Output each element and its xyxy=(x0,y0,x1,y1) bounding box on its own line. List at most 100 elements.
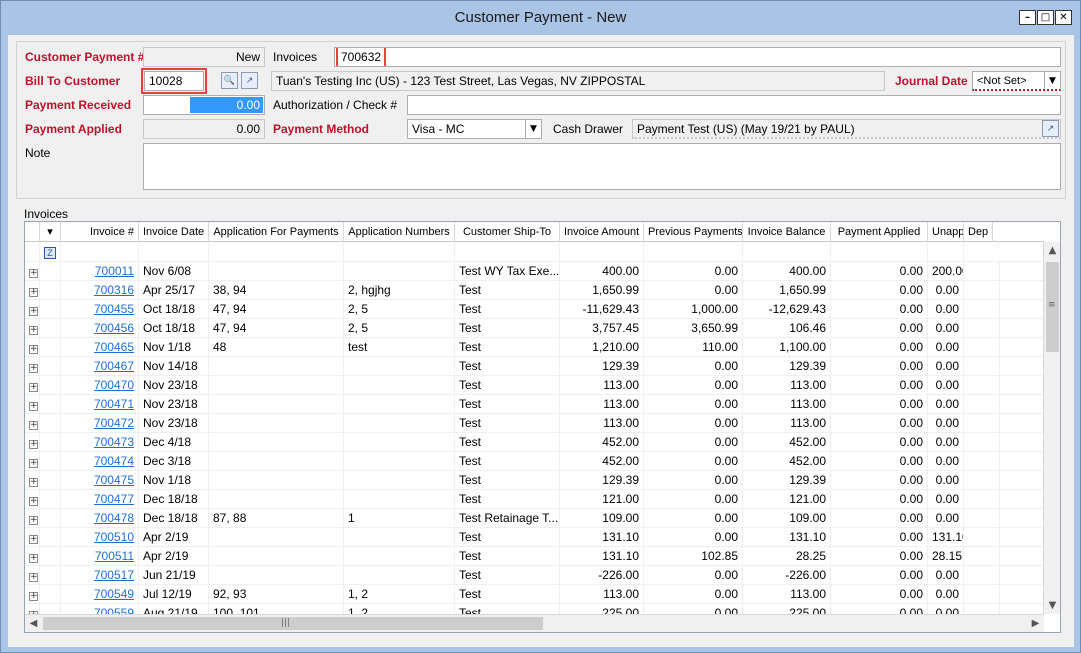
invoice-link[interactable]: 700478 xyxy=(61,509,139,528)
filter-cell[interactable] xyxy=(928,243,964,262)
cash-drawer-lookup-icon[interactable]: ↗ xyxy=(1042,120,1059,137)
column-header[interactable]: Invoice Amount xyxy=(560,222,644,242)
row-selector[interactable] xyxy=(40,490,61,509)
scroll-down-icon[interactable]: ▼ xyxy=(1044,597,1060,614)
invoice-link[interactable]: 700549 xyxy=(61,585,139,604)
table-row[interactable]: +700316 Apr 25/17 38, 94 2, hgjhg Test 1,650.… xyxy=(25,281,1044,300)
row-selector[interactable] xyxy=(40,471,61,490)
bill-to-customer-input[interactable]: 10028 xyxy=(141,68,207,94)
expand-row-icon[interactable]: + xyxy=(25,528,40,547)
table-row[interactable]: +700472 Nov 23/18 Test 113.00 0.00 113.00 0.00… xyxy=(25,414,1044,433)
table-row[interactable]: +700473 Dec 4/18 Test 452.00 0.00 452.00 0.00 0… xyxy=(25,433,1044,452)
filter-cell[interactable] xyxy=(644,243,743,262)
expand-row-icon[interactable]: + xyxy=(25,262,40,281)
invoice-link[interactable]: 700510 xyxy=(61,528,139,547)
note-textarea[interactable] xyxy=(143,143,1061,190)
invoice-link[interactable]: 700475 xyxy=(61,471,139,490)
customer-search-icon[interactable]: 🔍 xyxy=(221,72,238,89)
row-selector[interactable] xyxy=(40,566,61,585)
expand-row-icon[interactable]: + xyxy=(25,414,40,433)
invoice-link[interactable]: 700517 xyxy=(61,566,139,585)
row-selector[interactable] xyxy=(40,604,61,614)
table-row[interactable]: +700517 Jun 21/19 Test -226.00 0.00 -226.00 0.… xyxy=(25,566,1044,585)
table-row[interactable]: +700477 Dec 18/18 Test 121.00 0.00 121.00 0.00… xyxy=(25,490,1044,509)
column-header[interactable]: Unapplied Deposit xyxy=(928,222,964,242)
filter-icon[interactable]: Z xyxy=(40,243,61,262)
row-selector[interactable] xyxy=(40,376,61,395)
cash-drawer-field[interactable]: Payment Test (US) (May 19/21 by PAUL) ↗ xyxy=(632,119,1061,139)
table-row[interactable]: +700456 Oct 18/18 47, 94 2, 5 Test 3,757.45 3,… xyxy=(25,319,1044,338)
invoice-link[interactable]: 700472 xyxy=(61,414,139,433)
invoice-link[interactable]: 700473 xyxy=(61,433,139,452)
column-header[interactable]: Invoice Balance xyxy=(743,222,831,242)
column-header[interactable]: Invoice # xyxy=(61,222,139,242)
row-selector[interactable] xyxy=(40,357,61,376)
expand-row-icon[interactable]: + xyxy=(25,433,40,452)
filter-cell[interactable] xyxy=(831,243,928,262)
table-row[interactable]: +700471 Nov 23/18 Test 113.00 0.00 113.00 0.00… xyxy=(25,395,1044,414)
chevron-down-icon[interactable]: ▼ xyxy=(525,120,541,138)
column-header[interactable]: Invoice Date xyxy=(139,222,209,242)
row-selector[interactable] xyxy=(40,262,61,281)
customer-lookup-icon[interactable]: ↗ xyxy=(241,72,258,89)
close-icon[interactable]: ✕ xyxy=(1055,10,1072,25)
expand-row-icon[interactable]: + xyxy=(25,471,40,490)
table-row[interactable]: +700475 Nov 1/18 Test 129.39 0.00 129.39 0.00 0… xyxy=(25,471,1044,490)
column-header[interactable]: Application Numbers xyxy=(344,222,455,242)
expand-row-icon[interactable]: + xyxy=(25,395,40,414)
filter-cell[interactable] xyxy=(139,243,209,262)
invoice-link[interactable]: 700559 xyxy=(61,604,139,614)
column-header[interactable]: Dep xyxy=(964,222,994,242)
invoice-link[interactable]: 700474 xyxy=(61,452,139,471)
table-row[interactable]: +700511 Apr 2/19 Test 131.10 102.85 28.25 0.00… xyxy=(25,547,1044,566)
row-selector[interactable] xyxy=(40,528,61,547)
row-selector[interactable] xyxy=(40,547,61,566)
authorization-input[interactable] xyxy=(407,95,1061,115)
invoice-link[interactable]: 700470 xyxy=(61,376,139,395)
column-header[interactable]: Previous Payments xyxy=(644,222,743,242)
expand-row-icon[interactable]: + xyxy=(25,281,40,300)
invoice-link[interactable]: 700511 xyxy=(61,547,139,566)
maximize-icon[interactable]: □ xyxy=(1037,10,1054,25)
filter-cell[interactable] xyxy=(344,243,455,262)
invoice-link[interactable]: 700465 xyxy=(61,338,139,357)
journal-date-picker[interactable]: <Not Set> ▼ xyxy=(972,71,1061,91)
invoice-link[interactable]: 700011 xyxy=(61,262,139,281)
table-row[interactable]: +700474 Dec 3/18 Test 452.00 0.00 452.00 0.00 0… xyxy=(25,452,1044,471)
expand-row-icon[interactable]: + xyxy=(25,357,40,376)
filter-cell[interactable] xyxy=(25,243,40,262)
invoices-input[interactable]: 700632 xyxy=(334,47,1061,67)
table-row[interactable]: +700478 Dec 18/18 87, 88 1 Test Retainage T.… xyxy=(25,509,1044,528)
scroll-left-icon[interactable]: ◀ xyxy=(25,615,42,632)
invoice-link[interactable]: 700316 xyxy=(61,281,139,300)
filter-cell[interactable] xyxy=(560,243,644,262)
expand-row-icon[interactable]: + xyxy=(25,585,40,604)
horizontal-scrollbar[interactable]: ◀ ||| ▶ xyxy=(25,614,1044,632)
expand-row-icon[interactable]: + xyxy=(25,338,40,357)
expand-row-icon[interactable]: + xyxy=(25,319,40,338)
column-header[interactable]: Customer Ship-To xyxy=(455,222,560,242)
invoice-link[interactable]: 700456 xyxy=(61,319,139,338)
expand-row-icon[interactable]: + xyxy=(25,376,40,395)
filter-cell[interactable] xyxy=(61,243,139,262)
expand-row-icon[interactable]: + xyxy=(25,490,40,509)
row-selector[interactable] xyxy=(40,433,61,452)
table-row[interactable]: +700549 Jul 12/19 92, 93 1, 2 Test 113.00 0.00… xyxy=(25,585,1044,604)
column-header[interactable]: Application For Payments xyxy=(209,222,344,242)
table-row[interactable]: +700465 Nov 1/18 48 test Test 1,210.00 110.00 1… xyxy=(25,338,1044,357)
row-selector[interactable] xyxy=(40,585,61,604)
expand-row-icon[interactable]: + xyxy=(25,604,40,614)
scroll-up-icon[interactable]: ▲ xyxy=(1044,242,1060,259)
row-selector[interactable] xyxy=(40,338,61,357)
row-selector[interactable] xyxy=(40,300,61,319)
column-chooser-icon[interactable]: ▾ xyxy=(40,222,61,242)
expand-row-icon[interactable]: + xyxy=(25,566,40,585)
chevron-down-icon[interactable]: ▼ xyxy=(1044,72,1060,89)
expand-row-icon[interactable]: + xyxy=(25,509,40,528)
expand-row-icon[interactable]: + xyxy=(25,452,40,471)
table-row[interactable]: +700011 Nov 6/08 Test WY Tax Exe... 400.00 0… xyxy=(25,262,1044,281)
payment-method-select[interactable]: Visa - MC ▼ xyxy=(407,119,542,139)
invoice-link[interactable]: 700471 xyxy=(61,395,139,414)
expand-row-icon[interactable]: + xyxy=(25,547,40,566)
invoice-link[interactable]: 700455 xyxy=(61,300,139,319)
